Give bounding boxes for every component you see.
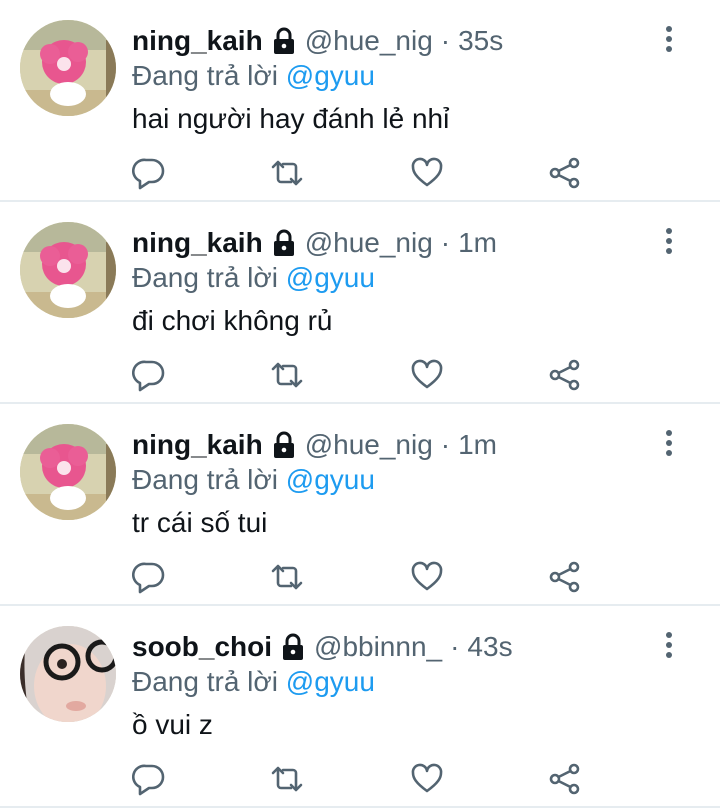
more-vertical-icon[interactable] xyxy=(658,226,680,256)
display-name[interactable]: soob_choi xyxy=(132,630,272,664)
lock-icon xyxy=(280,633,306,661)
lock-icon xyxy=(271,229,297,257)
lock-icon xyxy=(271,27,297,55)
separator-dot: · xyxy=(440,25,451,56)
lock-icon xyxy=(271,431,297,459)
avatar[interactable] xyxy=(20,222,116,318)
avatar[interactable] xyxy=(20,424,116,520)
more-vertical-icon[interactable] xyxy=(658,428,680,458)
heart-icon[interactable] xyxy=(410,762,444,796)
avatar[interactable] xyxy=(20,626,116,722)
reply-prefix: Đang trả lời xyxy=(132,262,278,293)
reply-icon[interactable] xyxy=(132,156,166,190)
reply-icon[interactable] xyxy=(132,560,166,594)
retweet-icon[interactable] xyxy=(270,560,304,594)
retweet-icon[interactable] xyxy=(270,762,304,796)
tweet-text: ồ vui z xyxy=(132,709,213,740)
heart-icon[interactable] xyxy=(410,560,444,594)
reply-mention[interactable]: @gyuu xyxy=(286,262,375,293)
display-name[interactable]: ning_kaih xyxy=(132,428,263,462)
display-name[interactable]: ning_kaih xyxy=(132,24,263,58)
action-bar xyxy=(132,762,592,796)
more-vertical-icon[interactable] xyxy=(658,630,680,660)
timestamp[interactable]: 43s xyxy=(467,630,512,664)
tweet-item[interactable]: soob_choi @bbinnn_ · 43s Đang trả lời @g… xyxy=(0,606,720,808)
reply-mention[interactable]: @gyuu xyxy=(286,666,375,697)
separator-dot: · xyxy=(440,227,451,258)
timestamp[interactable]: 35s xyxy=(458,24,503,58)
user-handle[interactable]: @hue_nig xyxy=(305,428,433,462)
user-handle[interactable]: @hue_nig xyxy=(305,226,433,260)
action-bar xyxy=(132,358,592,392)
reply-mention[interactable]: @gyuu xyxy=(286,60,375,91)
retweet-icon[interactable] xyxy=(270,358,304,392)
user-handle[interactable]: @hue_nig xyxy=(305,24,433,58)
retweet-icon[interactable] xyxy=(270,156,304,190)
display-name[interactable]: ning_kaih xyxy=(132,226,263,260)
reply-mention[interactable]: @gyuu xyxy=(286,464,375,495)
share-icon[interactable] xyxy=(548,762,582,796)
reply-prefix: Đang trả lời xyxy=(132,666,278,697)
timestamp[interactable]: 1m xyxy=(458,226,497,260)
reply-prefix: Đang trả lời xyxy=(132,464,278,495)
tweet-item[interactable]: ning_kaih @hue_nig · 35s Đang trả lời @g… xyxy=(0,0,720,202)
reply-icon[interactable] xyxy=(132,762,166,796)
share-icon[interactable] xyxy=(548,560,582,594)
user-handle[interactable]: @bbinnn_ xyxy=(314,630,442,664)
tweet-item[interactable]: ning_kaih @hue_nig · 1m Đang trả lời @gy… xyxy=(0,404,720,606)
tweet-item[interactable]: ning_kaih @hue_nig · 1m Đang trả lời @gy… xyxy=(0,202,720,404)
reply-context: Đang trả lời @gyuu xyxy=(132,462,375,498)
reply-context: Đang trả lời @gyuu xyxy=(132,260,375,296)
share-icon[interactable] xyxy=(548,156,582,190)
tweet-text: tr cái số tui xyxy=(132,507,268,538)
reply-context: Đang trả lời @gyuu xyxy=(132,664,375,700)
avatar[interactable] xyxy=(20,20,116,116)
action-bar xyxy=(132,560,592,594)
timestamp[interactable]: 1m xyxy=(458,428,497,462)
tweet-text: hai người hay đánh lẻ nhỉ xyxy=(132,103,450,134)
share-icon[interactable] xyxy=(548,358,582,392)
action-bar xyxy=(132,156,592,190)
more-vertical-icon[interactable] xyxy=(658,24,680,54)
heart-icon[interactable] xyxy=(410,358,444,392)
reply-prefix: Đang trả lời xyxy=(132,60,278,91)
reply-context: Đang trả lời @gyuu xyxy=(132,58,375,94)
separator-dot: · xyxy=(440,429,451,460)
reply-icon[interactable] xyxy=(132,358,166,392)
heart-icon[interactable] xyxy=(410,156,444,190)
separator-dot: · xyxy=(450,631,460,662)
tweet-text: đi chơi không rủ xyxy=(132,305,333,336)
